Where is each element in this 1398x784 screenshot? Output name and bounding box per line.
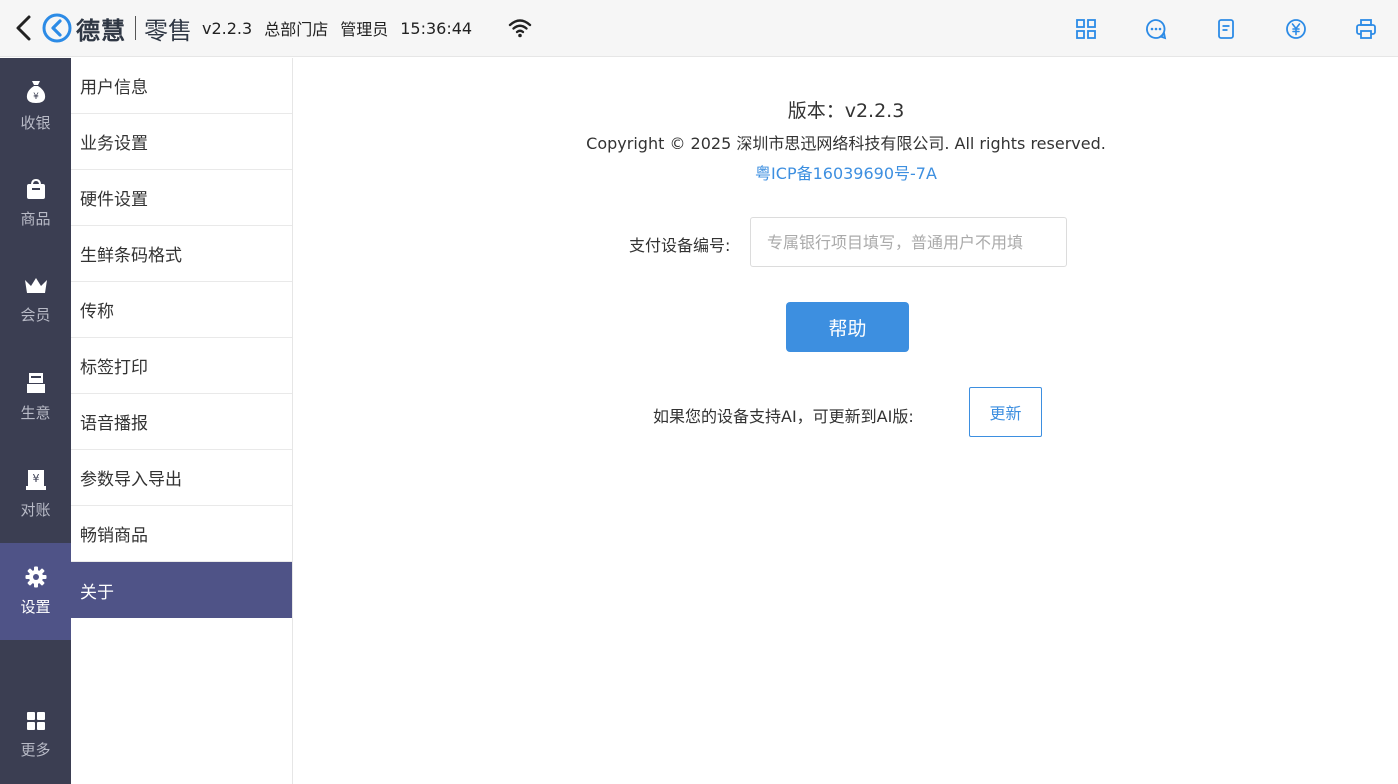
brand-separator <box>135 16 136 40</box>
orders-button[interactable] <box>1214 17 1238 41</box>
nav-label: 收银 <box>20 114 51 132</box>
chat-icon <box>1146 18 1167 39</box>
submenu-item-param-import-export[interactable]: 参数导入导出 <box>71 450 292 506</box>
print-button[interactable] <box>1354 17 1378 41</box>
ai-update-prompt: 如果您的设备支持AI，可更新到AI版: <box>653 407 914 426</box>
submenu-item-label-print[interactable]: 标签打印 <box>71 338 292 394</box>
nav-label: 更多 <box>20 741 51 759</box>
top-actions <box>1074 0 1378 57</box>
about-panel: 版本：v2.2.3 Copyright © 2025 深圳市思迅网络科技有限公司… <box>294 58 1398 784</box>
user-role: 管理员 <box>340 20 389 39</box>
store-name: 总部门店 <box>264 20 329 39</box>
message-button[interactable] <box>1144 17 1168 41</box>
clock: 15:36:44 <box>400 18 473 38</box>
svg-text:¥: ¥ <box>32 472 39 485</box>
apps-icon <box>26 712 45 730</box>
nav-item-business[interactable]: 生意 <box>0 349 71 446</box>
nav-item-goods[interactable]: 商品 <box>0 155 71 252</box>
shopping-bag-icon <box>26 178 45 199</box>
payment-button[interactable] <box>1284 17 1308 41</box>
submenu-item-fresh-barcode[interactable]: 生鲜条码格式 <box>71 226 292 282</box>
wifi-icon <box>508 19 532 38</box>
back-button[interactable] <box>8 0 38 57</box>
submenu-item-business-settings[interactable]: 业务设置 <box>71 114 292 170</box>
nav-item-more[interactable]: 更多 <box>0 687 71 784</box>
printer-icon <box>1356 18 1376 39</box>
submenu-item-about[interactable]: 关于 <box>71 562 292 618</box>
nav-label: 设置 <box>20 598 51 616</box>
submenu-item-voice-broadcast[interactable]: 语音播报 <box>71 394 292 450</box>
nav-label: 对账 <box>20 501 51 519</box>
submenu-item-bestsellers[interactable]: 畅销商品 <box>71 506 292 562</box>
crown-icon <box>24 278 47 293</box>
version-text: 版本：v2.2.3 <box>787 100 905 122</box>
register-icon <box>26 373 45 393</box>
app-version: v2.2.3 <box>202 18 253 38</box>
top-bar: 德慧 零售 v2.2.3 总部门店 管理员 15:36:44 <box>0 0 1398 57</box>
ledger-icon: ¥ <box>25 470 46 490</box>
nav-item-settings[interactable]: 设置 <box>0 543 71 640</box>
nav-label: 生意 <box>20 404 51 422</box>
icp-link[interactable]: 粤ICP备16039690号-7A <box>294 160 1398 184</box>
gear-icon <box>25 566 46 588</box>
yuan-icon <box>1286 18 1306 39</box>
nav-item-reconcile[interactable]: ¥ 对账 <box>0 446 71 543</box>
product-name: 零售 <box>144 16 192 45</box>
submenu-item-user-info[interactable]: 用户信息 <box>71 58 292 114</box>
help-button[interactable]: 帮助 <box>786 302 909 352</box>
settings-submenu: 用户信息 业务设置 硬件设置 生鲜条码格式 传称 标签打印 语音播报 参数导入导… <box>71 58 293 784</box>
nav-label: 会员 <box>20 306 51 324</box>
chevron-left-icon <box>16 15 31 41</box>
nav-item-member[interactable]: 会员 <box>0 252 71 349</box>
left-nav: ¥ 收银 商品 会员 生意 ¥ 对账 设置 更多 <box>0 58 71 784</box>
submenu-item-hardware-settings[interactable]: 硬件设置 <box>71 170 292 226</box>
svg-text:¥: ¥ <box>33 92 39 102</box>
update-button[interactable]: 更新 <box>969 387 1042 437</box>
brand-logo-icon <box>42 13 72 43</box>
nav-item-cashier[interactable]: ¥ 收银 <box>0 58 71 155</box>
app-logo: 德慧 零售 <box>42 11 192 46</box>
document-icon <box>1218 18 1234 39</box>
submenu-item-scale[interactable]: 传称 <box>71 282 292 338</box>
grid-icon <box>1076 18 1096 39</box>
pay-device-input[interactable] <box>750 217 1067 267</box>
pay-device-label: 支付设备编号: <box>629 236 731 255</box>
copyright-text: Copyright © 2025 深圳市思迅网络科技有限公司. All righ… <box>586 134 1106 153</box>
nav-label: 商品 <box>20 210 51 228</box>
brand-name: 德慧 <box>76 16 126 45</box>
money-bag-icon: ¥ <box>26 81 45 103</box>
grid-button[interactable] <box>1074 17 1098 41</box>
